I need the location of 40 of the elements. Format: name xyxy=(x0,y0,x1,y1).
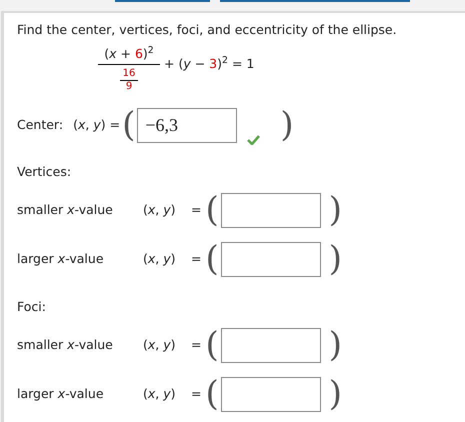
row-label: smaller x-value xyxy=(17,200,114,219)
equation-text: + (y − xyxy=(164,56,206,72)
answer-field[interactable] xyxy=(220,328,321,362)
variable-text: (x, y) = xyxy=(73,116,120,134)
equation-text: )$^{2}$ xyxy=(142,46,154,61)
row-label: larger x-value xyxy=(17,384,105,403)
paren-close: ) xyxy=(328,374,342,414)
variable-text: (x, y) xyxy=(143,336,177,354)
answer-field[interactable]: −6,3 xyxy=(137,108,238,142)
paren-open: ( xyxy=(205,239,219,280)
paren-open: ( xyxy=(205,374,219,414)
variable-text: (x, y) xyxy=(143,250,177,268)
question-text: Find the center, vertices, foci, and eccentricity of the ellipse. xyxy=(17,22,398,38)
section-title: Vertices: xyxy=(17,163,72,181)
variable-text: (x, y) xyxy=(143,200,177,219)
given-number: 3 xyxy=(209,56,218,72)
answer-field[interactable] xyxy=(220,376,321,412)
equals-sign: = xyxy=(191,250,202,268)
equation-text: (x + xyxy=(104,46,132,61)
paren-close: ) xyxy=(328,325,342,365)
paren-open: ( xyxy=(205,325,219,365)
row-label: larger x-value xyxy=(17,250,105,268)
center-label: Center: xyxy=(17,116,64,134)
paren-open: ( xyxy=(122,105,136,145)
paren-close: ) xyxy=(280,105,294,145)
paren-open: ( xyxy=(205,190,219,230)
equals-sign: = xyxy=(191,200,202,219)
answer-field[interactable] xyxy=(220,192,321,228)
section-title: Foci: xyxy=(17,298,47,316)
equals-sign: = xyxy=(191,336,202,354)
equals-sign: = xyxy=(191,384,202,403)
given-number: 9 xyxy=(126,81,132,92)
paren-close: ) xyxy=(328,190,342,230)
paren-close: ) xyxy=(328,239,342,280)
given-number: 6 xyxy=(134,46,143,61)
equation-text: )$^{2}$ = 1 xyxy=(217,56,254,72)
row-label: smaller x-value xyxy=(17,336,114,354)
answer-field[interactable] xyxy=(220,242,321,277)
given-number: 16 xyxy=(122,68,136,79)
variable-text: (x, y) xyxy=(143,384,177,403)
